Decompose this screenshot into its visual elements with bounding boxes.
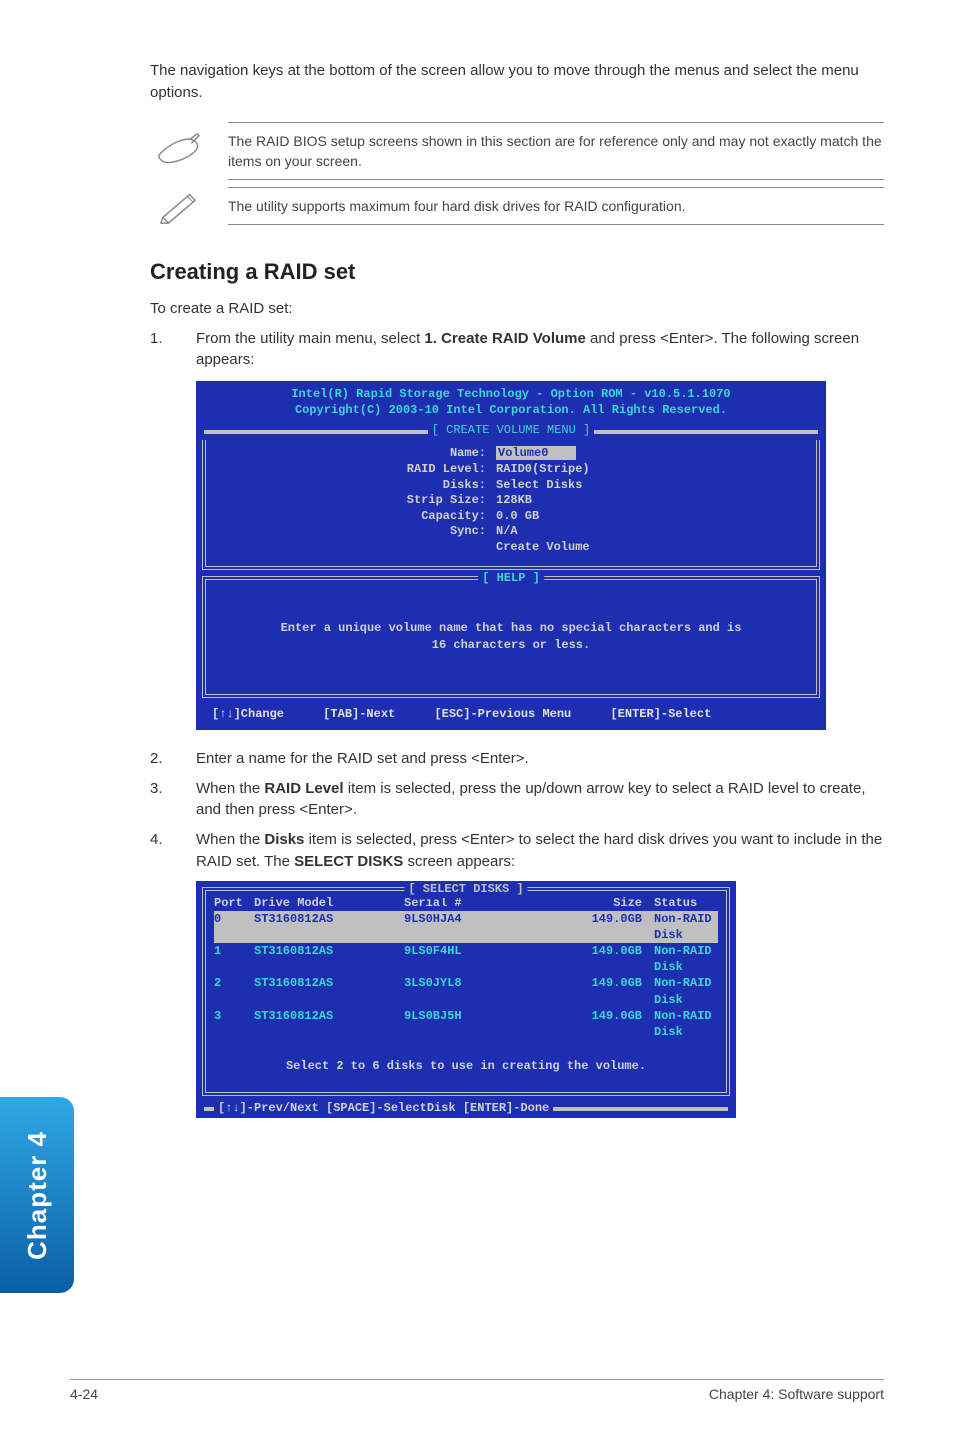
note-text-1: The RAID BIOS setup screens shown in thi…: [228, 122, 884, 181]
step-1: 1. From the utility main menu, select 1.…: [150, 328, 884, 372]
step-number: 1.: [150, 328, 170, 372]
name-value[interactable]: Volume0: [496, 446, 576, 460]
disk-row[interactable]: 1 ST3160812AS 9LS0F4HL 149.0GB Non-RAID …: [214, 943, 718, 975]
strip-value[interactable]: 128KB: [496, 493, 532, 509]
step-4: 4. When the Disks item is selected, pres…: [150, 829, 884, 873]
disk-nav: [↑↓]-Prev/Next [SPACE]-SelectDisk [ENTER…: [198, 1100, 734, 1116]
raid-label: RAID Level:: [216, 462, 496, 478]
step-body: When the RAID Level item is selected, pr…: [196, 778, 884, 822]
disks-label: Disks:: [216, 478, 496, 494]
disk-row[interactable]: 2 ST3160812AS 3LS0JYL8 149.0GB Non-RAID …: [214, 975, 718, 1007]
sub-text: To create a RAID set:: [150, 298, 884, 320]
bios-nav: [↑↓]Change [TAB]-Next [ESC]-Previous Men…: [198, 700, 824, 727]
intro-text: The navigation keys at the bottom of the…: [150, 60, 884, 104]
step-number: 2.: [150, 748, 170, 770]
help-box: [ HELP ] Enter a unique volume name that…: [202, 576, 820, 699]
note-reference: The RAID BIOS setup screens shown in thi…: [150, 122, 884, 181]
bios-hdr-2: Copyright(C) 2003-10 Intel Corporation. …: [198, 403, 824, 419]
step-2: 2. Enter a name for the RAID set and pre…: [150, 748, 884, 770]
chapter-label: Chapter 4: Software support: [709, 1386, 884, 1402]
bios-create-volume: Intel(R) Rapid Storage Technology - Opti…: [196, 381, 826, 730]
capacity-value[interactable]: 0.0 GB: [496, 509, 539, 525]
page-number: 4-24: [70, 1386, 98, 1402]
step-number: 3.: [150, 778, 170, 822]
step-3: 3. When the RAID Level item is selected,…: [150, 778, 884, 822]
disk-row[interactable]: 3 ST3160812AS 9LS0BJ5H 149.0GB Non-RAID …: [214, 1008, 718, 1040]
heading-creating-raid: Creating a RAID set: [150, 256, 884, 288]
disk-instruction: Select 2 to 6 disks to use in creating t…: [214, 1058, 718, 1075]
bios-hdr-1: Intel(R) Rapid Storage Technology - Opti…: [198, 387, 824, 403]
nav-change: [↑↓]Change: [212, 707, 284, 721]
step-body: Enter a name for the RAID set and press …: [196, 748, 884, 770]
sync-value: N/A: [496, 524, 518, 540]
note-text-2: The utility supports maximum four hard d…: [228, 187, 884, 225]
bios-select-disks: [ SELECT DISKS ] Port Drive Model Serial…: [196, 881, 736, 1118]
note-icon: [150, 129, 208, 173]
page-footer: 4-24 Chapter 4: Software support: [70, 1379, 884, 1402]
note-utility: The utility supports maximum four hard d…: [150, 184, 884, 228]
chapter-tab: Chapter 4: [0, 1097, 74, 1293]
strip-label: Strip Size:: [216, 493, 496, 509]
select-disks-title: [ SELECT DISKS ]: [404, 881, 527, 898]
create-volume-title: [ CREATE VOLUME MENU ]: [198, 422, 824, 440]
name-label: Name:: [216, 446, 496, 462]
create-volume-action[interactable]: Create Volume: [496, 540, 590, 556]
capacity-label: Capacity:: [216, 509, 496, 525]
nav-enter: [ENTER]-Select: [610, 707, 711, 721]
nav-tab: [TAB]-Next: [323, 707, 395, 721]
nav-esc: [ESC]-Previous Menu: [434, 707, 571, 721]
disk-row[interactable]: 0 ST3160812AS 9LS0HJA4 149.0GB Non-RAID …: [214, 911, 718, 943]
pencil-icon: [150, 184, 208, 228]
raid-value[interactable]: RAID0(Stripe): [496, 462, 590, 478]
disks-value[interactable]: Select Disks: [496, 478, 582, 494]
help-line-1: Enter a unique volume name that has no s…: [216, 620, 806, 637]
help-line-2: 16 characters or less.: [216, 637, 806, 654]
step-number: 4.: [150, 829, 170, 873]
step-body: When the Disks item is selected, press <…: [196, 829, 884, 873]
step-body: From the utility main menu, select 1. Cr…: [196, 328, 884, 372]
sync-label: Sync:: [216, 524, 496, 540]
